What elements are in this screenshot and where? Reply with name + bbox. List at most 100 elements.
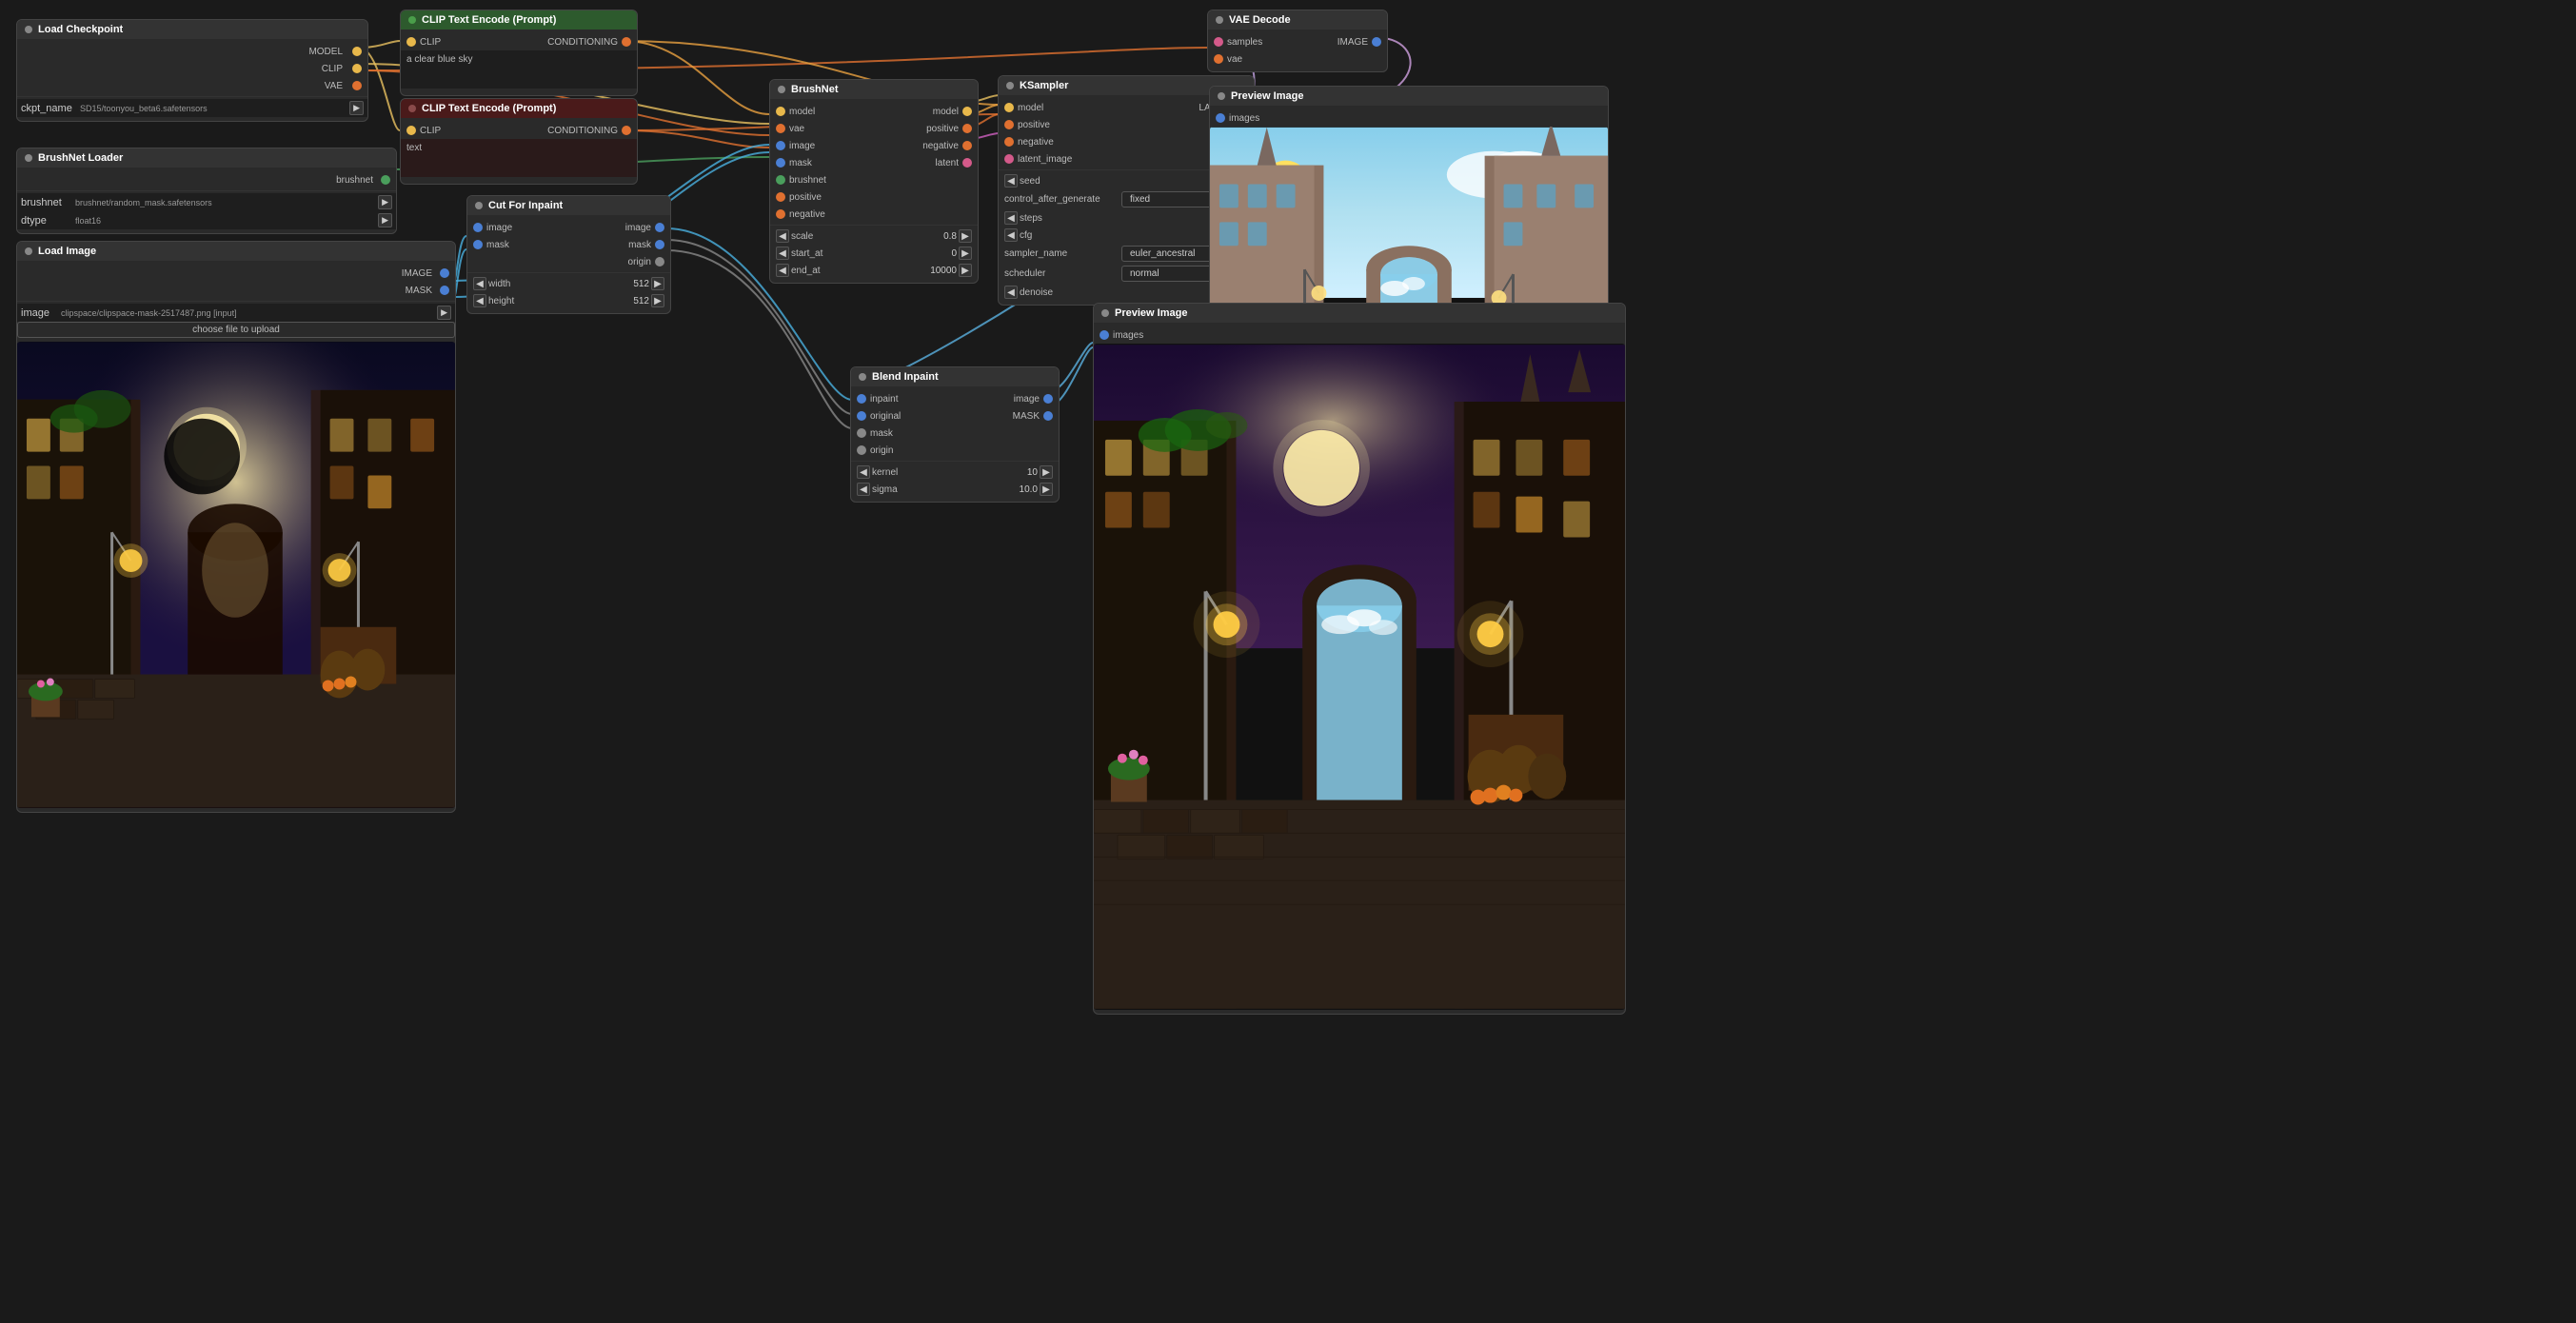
bn-mask-in[interactable] (776, 158, 785, 168)
load-image-body: IMAGE MASK image clipspace/clipspace-mas… (17, 261, 455, 812)
ks-latent-in[interactable] (1004, 154, 1014, 164)
cfi-image-label: image (486, 223, 569, 233)
sigma-minus[interactable]: ◀ (857, 483, 870, 496)
preview-image-2-node: Preview Image images (1093, 303, 1626, 1015)
bn-model-out[interactable] (962, 107, 972, 116)
brushnet-file-label: brushnet (21, 197, 73, 208)
model-port-out[interactable] (352, 47, 362, 56)
height-plus[interactable]: ▶ (651, 294, 664, 307)
bi-image-out[interactable] (1043, 394, 1053, 404)
conditioning-out-port[interactable] (622, 37, 631, 47)
image-out-port[interactable] (440, 268, 449, 278)
clip-in-port[interactable] (406, 37, 416, 47)
seed-minus[interactable]: ◀ (1004, 174, 1018, 188)
brushnet-browse-btn[interactable]: ▶ (378, 195, 392, 209)
bn-vae-in[interactable] (776, 124, 785, 133)
width-minus[interactable]: ◀ (473, 277, 486, 290)
choose-file-btn[interactable]: choose file to upload (17, 322, 455, 338)
vae-decode-node: VAE Decode samples IMAGE vae (1207, 10, 1388, 72)
bi-original-row: original MASK (851, 407, 1059, 425)
vae-port-out[interactable] (352, 81, 362, 90)
bi-origin-in[interactable] (857, 445, 866, 455)
bn-latent-out[interactable] (962, 158, 972, 168)
bi-original-in[interactable] (857, 411, 866, 421)
vae-decode-header: VAE Decode (1208, 10, 1387, 30)
bi-original-label: original (870, 411, 955, 422)
sigma-value: 10.0 (1009, 484, 1038, 495)
brushnet-out-port[interactable] (381, 175, 390, 185)
sigma-plus[interactable]: ▶ (1040, 483, 1053, 496)
load-image-preview (17, 342, 455, 808)
cfi-mask-in[interactable] (473, 240, 483, 249)
bn-positive-out[interactable] (962, 124, 972, 133)
clip-in-port-2[interactable] (406, 126, 416, 135)
cfi-mask-out[interactable] (655, 240, 664, 249)
node-dot (859, 373, 866, 381)
bn-negative-in[interactable] (776, 209, 785, 219)
ks-negative-in[interactable] (1004, 137, 1014, 147)
bi-inpaint-in[interactable] (857, 394, 866, 404)
clip-encode-2-body: CLIP CONDITIONING text (401, 118, 637, 184)
pi1-images-in[interactable] (1216, 113, 1225, 123)
load-image-header: Load Image (17, 242, 455, 261)
cfi-mask-out-label: mask (569, 240, 652, 250)
sigma-label: sigma (872, 484, 1007, 495)
bn-latent-out-label: latent (874, 158, 959, 168)
scale-minus[interactable]: ◀ (776, 229, 789, 243)
sampler-name-label: sampler_name (1004, 248, 1121, 259)
img-label: image (21, 307, 59, 319)
start-at-minus[interactable]: ◀ (776, 247, 789, 260)
scale-plus[interactable]: ▶ (959, 229, 972, 243)
bn-model-in[interactable] (776, 107, 785, 116)
kernel-plus[interactable]: ▶ (1040, 465, 1053, 479)
cfg-label: cfg (1020, 230, 1202, 241)
bi-mask-in[interactable] (857, 428, 866, 438)
scene-svg (17, 342, 455, 808)
ckpt-label: ckpt_name (21, 103, 78, 114)
bn-image-in[interactable] (776, 141, 785, 150)
clip-port-out[interactable] (352, 64, 362, 73)
brushnet-node: BrushNet model model vae positive image … (769, 79, 979, 284)
cfi-image-out[interactable] (655, 223, 664, 232)
mask-out-port[interactable] (440, 286, 449, 295)
kernel-minus[interactable]: ◀ (857, 465, 870, 479)
ckpt-browse-btn[interactable]: ▶ (349, 101, 364, 115)
bn-brushnet-in[interactable] (776, 175, 785, 185)
ks-model-in[interactable] (1004, 103, 1014, 112)
pi1-images-row: images (1210, 109, 1608, 127)
vae-decode-title: VAE Decode (1229, 14, 1291, 26)
start-at-plus[interactable]: ▶ (959, 247, 972, 260)
steps-minus[interactable]: ◀ (1004, 211, 1018, 225)
negative-prompt-textarea[interactable]: text (401, 139, 637, 177)
denoise-minus[interactable]: ◀ (1004, 286, 1018, 299)
end-at-plus[interactable]: ▶ (959, 264, 972, 277)
end-at-minus[interactable]: ◀ (776, 264, 789, 277)
cfi-origin-row: origin (467, 253, 670, 270)
dtype-value: float16 (75, 216, 376, 226)
cfi-image-in[interactable] (473, 223, 483, 232)
vd-samples-in[interactable] (1214, 37, 1223, 47)
height-minus[interactable]: ◀ (473, 294, 486, 307)
bn-negative-out[interactable] (962, 141, 972, 150)
bn-vae-label: vae (789, 124, 874, 134)
vd-image-out[interactable] (1372, 37, 1381, 47)
positive-prompt-textarea[interactable]: a clear blue sky (401, 50, 637, 89)
cfg-minus[interactable]: ◀ (1004, 228, 1018, 242)
width-label: width (488, 279, 619, 289)
conditioning-out-port-2[interactable] (622, 126, 631, 135)
dtype-btn[interactable]: ▶ (378, 213, 392, 227)
height-value: 512 (621, 296, 649, 306)
width-plus[interactable]: ▶ (651, 277, 664, 290)
vd-vae-in[interactable] (1214, 54, 1223, 64)
image-browse-btn[interactable]: ▶ (437, 306, 451, 320)
bn-positive-in[interactable] (776, 192, 785, 202)
preview-image-1-title: Preview Image (1231, 90, 1303, 102)
pi2-images-in[interactable] (1100, 330, 1109, 340)
bi-mask-label: mask (870, 428, 1053, 439)
cfi-origin-out[interactable] (655, 257, 664, 267)
ks-positive-in[interactable] (1004, 120, 1014, 129)
ckpt-name-row: ckpt_name SD15/toonyou_beta6.safetensors… (17, 99, 367, 117)
bi-mask-out[interactable] (1043, 411, 1053, 421)
bn-negative-label: negative (789, 209, 972, 220)
bn-positive-label: positive (789, 192, 972, 203)
